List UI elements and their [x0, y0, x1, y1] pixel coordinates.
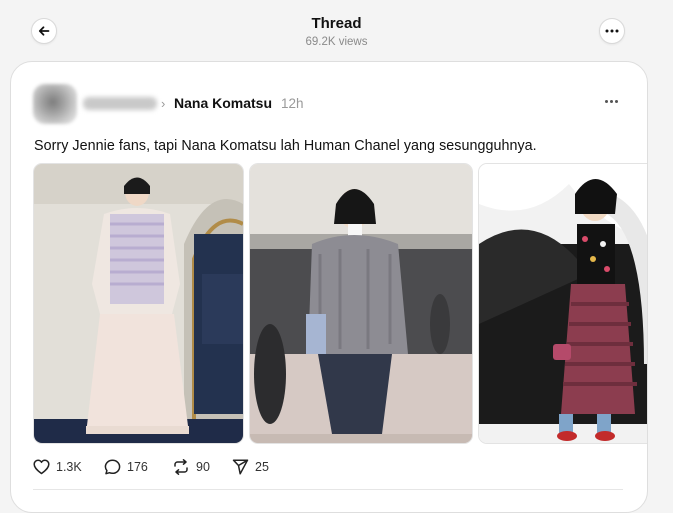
comment-button[interactable]: 176: [104, 459, 148, 475]
post-author[interactable]: Nana Komatsu: [174, 95, 272, 111]
post-more-button[interactable]: [605, 94, 621, 108]
header-title-block: Thread 69.2K views: [0, 15, 673, 50]
more-dot-icon: [615, 99, 618, 103]
post-card: › Nana Komatsu 12h Sorry Jennie fans, ta…: [10, 61, 648, 513]
heart-icon: [33, 459, 50, 475]
more-dot-icon: [605, 99, 608, 103]
like-button[interactable]: 1.3K: [33, 459, 82, 475]
blurred-username: [83, 97, 157, 110]
photo-grey-tweed-jacket: [250, 164, 472, 443]
like-count: 1.3K: [56, 460, 82, 474]
post-image-1[interactable]: [33, 163, 244, 444]
repost-button[interactable]: 90: [172, 459, 210, 475]
post-image-2[interactable]: [249, 163, 473, 444]
post-text: Sorry Jennie fans, tapi Nana Komatsu lah…: [34, 138, 537, 154]
share-button[interactable]: 25: [232, 459, 269, 475]
send-icon: [232, 459, 249, 475]
avatar[interactable]: [33, 84, 77, 124]
page-title: Thread: [311, 15, 362, 32]
photo-cream-tweed-gown: [34, 164, 243, 443]
view-count: 69.2K views: [305, 36, 368, 48]
chevron-right-icon: ›: [161, 96, 166, 111]
thread-header: Thread 69.2K views: [0, 0, 673, 56]
comment-count: 176: [127, 460, 148, 474]
comment-icon: [104, 459, 121, 475]
repost-count: 90: [196, 460, 210, 474]
more-dot-icon: [610, 99, 613, 103]
share-count: 25: [255, 460, 269, 474]
thread-more-button[interactable]: [599, 18, 625, 44]
repost-icon: [174, 459, 188, 475]
post-image-3[interactable]: [478, 163, 647, 444]
post-time: 12h: [281, 96, 304, 111]
photo-tweed-skirt-outfit: [479, 164, 647, 443]
more-horizontal-icon: [605, 29, 619, 33]
